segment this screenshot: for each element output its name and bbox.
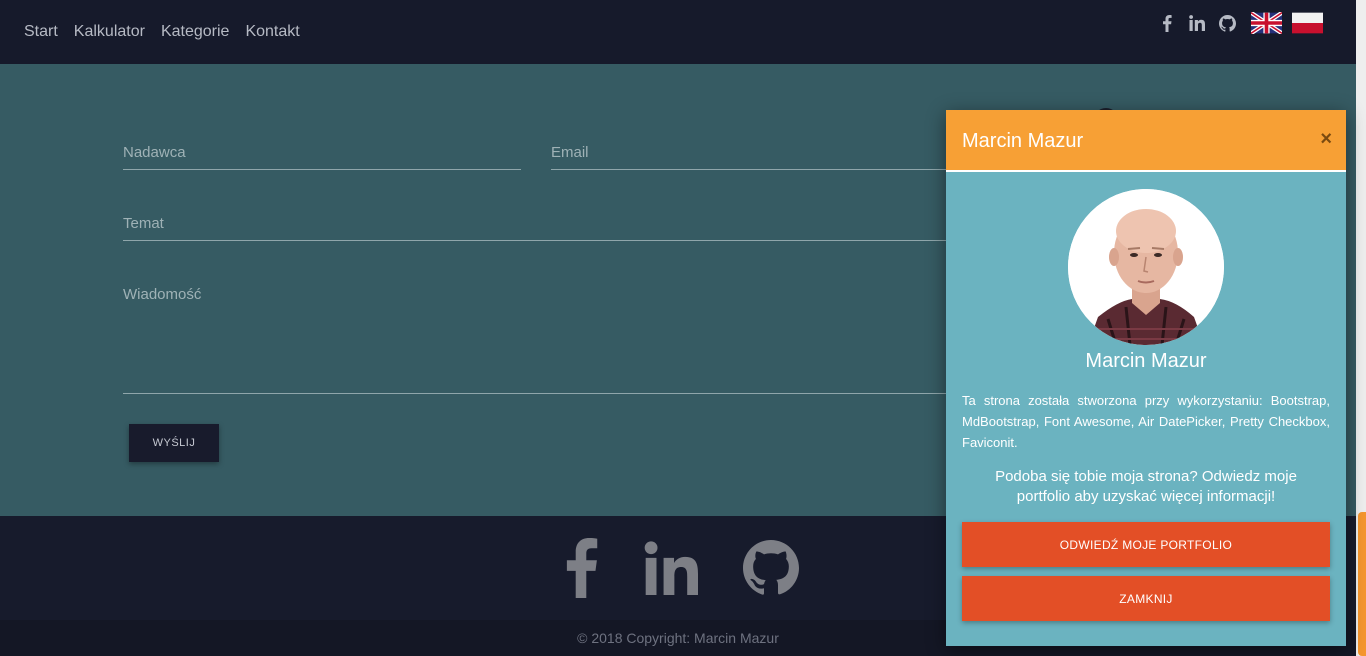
github-icon[interactable] <box>1217 13 1237 33</box>
nav-link-kalkulator[interactable]: Kalkulator <box>74 23 145 41</box>
modal-cta-text: Podoba się tobie moja strona? Odwiedz mo… <box>995 468 1297 505</box>
message-field[interactable]: Wiadomość <box>123 284 951 394</box>
linkedin-icon[interactable] <box>1187 13 1207 33</box>
sender-field[interactable]: Nadawca <box>123 142 521 170</box>
modal-close-button[interactable]: × <box>1320 128 1332 151</box>
close-modal-button[interactable]: ZAMKNIJ <box>962 576 1330 621</box>
pl-flag-icon[interactable] <box>1292 12 1323 34</box>
visit-portfolio-button[interactable]: ODWIEDŹ MOJE PORTFOLIO <box>962 522 1330 567</box>
subject-field[interactable]: Temat <box>123 213 951 241</box>
subject-label: Temat <box>123 215 164 232</box>
modal-title: Marcin Mazur <box>962 130 1084 152</box>
email-field[interactable]: Email <box>551 142 951 170</box>
nav-links: Start Kalkulator Kategorie Kontakt <box>24 23 300 41</box>
uk-flag-icon[interactable] <box>1251 12 1282 34</box>
nav-right <box>1157 12 1323 34</box>
nav-link-start[interactable]: Start <box>24 23 58 41</box>
footer-social-icons <box>563 538 799 603</box>
message-label: Wiadomość <box>123 286 202 303</box>
nav-link-kategorie[interactable]: Kategorie <box>161 23 230 41</box>
footer-linkedin-icon[interactable] <box>644 541 698 600</box>
footer-github-icon[interactable] <box>743 540 799 601</box>
send-button[interactable]: WYŚLIJ <box>129 424 219 462</box>
nav-link-kontakt[interactable]: Kontakt <box>245 23 299 41</box>
author-avatar <box>1068 189 1224 345</box>
facebook-icon[interactable] <box>1157 13 1177 33</box>
author-modal: Marcin Mazur × Marcin Mazur Ta strona zo <box>946 110 1346 646</box>
navbar: Start Kalkulator Kategorie Kontakt <box>0 0 1356 64</box>
email-label: Email <box>551 144 589 161</box>
modal-header: Marcin Mazur × <box>946 110 1346 172</box>
modal-description: Ta strona została stworzona przy wykorzy… <box>962 393 1330 450</box>
author-name: Marcin Mazur <box>1085 350 1207 372</box>
scrollbar-thumb[interactable] <box>1358 512 1366 656</box>
footer-facebook-icon[interactable] <box>563 538 599 603</box>
sender-label: Nadawca <box>123 144 186 161</box>
page-scrollbar[interactable] <box>1356 0 1366 656</box>
